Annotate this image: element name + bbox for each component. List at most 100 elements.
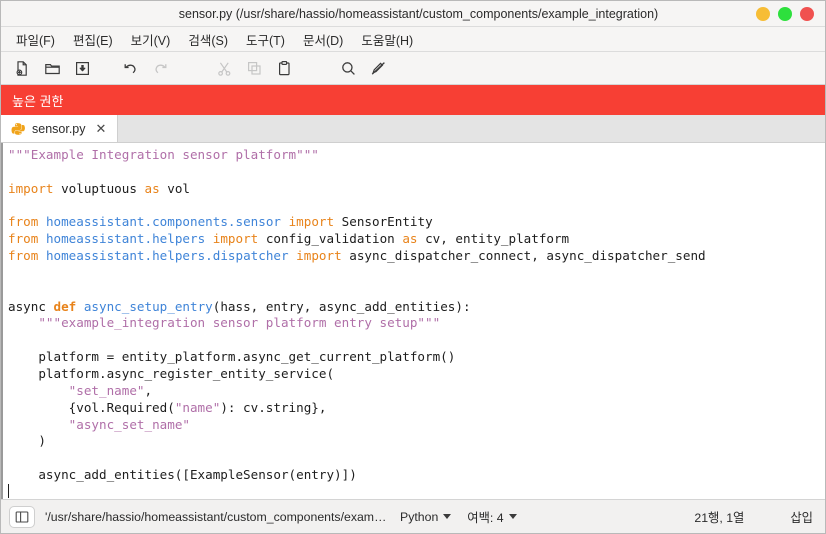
new-document-button[interactable] — [8, 55, 36, 81]
tab-bar: sensor.py ✕ — [1, 115, 825, 143]
menu-item-search[interactable]: 검색(S) — [179, 28, 237, 51]
editor-window: sensor.py (/usr/share/hassio/homeassista… — [0, 0, 826, 534]
code-token: "name" — [174, 399, 221, 415]
language-selector[interactable]: Python — [397, 508, 454, 526]
menu-item-tools[interactable]: 도구(T) — [237, 28, 294, 51]
window-controls — [756, 6, 825, 21]
code-token: """Example Integration sensor platform""… — [8, 147, 319, 162]
file-path: '/usr/share/hassio/homeassistant/custom_… — [45, 509, 387, 524]
code-token: import — [296, 248, 342, 264]
code-token: as — [402, 231, 418, 247]
code-token: SensorEntity — [334, 214, 433, 230]
chevron-down-icon — [443, 514, 452, 519]
code-token: "async_set_name" — [68, 416, 190, 432]
status-bar: '/usr/share/hassio/homeassistant/custom_… — [1, 499, 825, 533]
language-label: Python — [400, 509, 439, 524]
code-line: import voluptuous as vol — [8, 181, 825, 198]
menu-item-edit[interactable]: 편집(E) — [64, 28, 122, 51]
code-line: "async_set_name" — [8, 417, 825, 434]
sidebar-toggle-icon — [15, 510, 29, 523]
code-token: {vol.Required( — [8, 399, 175, 415]
elevated-privileges-banner: 높은 권한 — [1, 85, 825, 115]
code-line: async_add_entities([ExampleSensor(entry)… — [8, 467, 825, 484]
paste-button[interactable] — [270, 55, 298, 81]
code-line: """example_integration sensor platform e… — [8, 315, 825, 332]
cut-button[interactable] — [210, 55, 238, 81]
open-folder-button[interactable] — [38, 55, 66, 81]
code-token: """example_integration sensor platform e… — [8, 315, 441, 331]
cursor-position: 21행, 1열 — [694, 510, 745, 525]
code-token: async_setup_entry — [83, 298, 213, 314]
code-line: "set_name", — [8, 383, 825, 400]
banner-text: 높은 권한 — [12, 93, 64, 109]
code-token: homeassistant.helpers — [45, 231, 206, 247]
undo-button[interactable] — [116, 55, 144, 81]
code-token: platform = entity_platform.async_get_cur… — [8, 349, 456, 365]
tool-bar — [1, 52, 825, 85]
code-token: async_dispatcher_connect, async_dispatch… — [341, 248, 706, 264]
code-token: platform.async_register_entity_service( — [8, 365, 335, 381]
code-line: async def async_setup_entry(hass, entry,… — [8, 299, 825, 316]
code-token: cv, entity_platform — [417, 231, 570, 247]
code-line: platform.async_register_entity_service( — [8, 366, 825, 383]
indent-selector[interactable]: 여백: 4 — [464, 506, 519, 528]
code-token: (hass, entry, async_add_entities): — [212, 298, 471, 314]
code-editor[interactable]: """Example Integration sensor platform""… — [1, 143, 825, 499]
code-token: ) — [8, 433, 46, 449]
minimize-button[interactable] — [756, 6, 770, 21]
sidebar-toggle-button[interactable] — [9, 505, 35, 528]
code-token: , — [144, 382, 153, 398]
code-token: async_add_entities([ExampleSensor(entry)… — [8, 467, 357, 483]
code-token: from — [8, 248, 39, 264]
code-line: """Example Integration sensor platform""… — [8, 147, 825, 164]
code-token: async — [8, 298, 54, 314]
close-button[interactable] — [800, 6, 814, 21]
insert-mode: 삽입 — [790, 510, 813, 525]
code-token: import — [288, 214, 335, 230]
save-button[interactable] — [68, 55, 96, 81]
menu-item-view[interactable]: 보기(V) — [122, 28, 180, 51]
search-button[interactable] — [334, 55, 362, 81]
code-token: as — [144, 180, 160, 196]
code-line: platform = entity_platform.async_get_cur… — [8, 349, 825, 366]
menu-bar: 파일(F) 편집(E) 보기(V) 검색(S) 도구(T) 문서(D) 도움말(… — [1, 27, 825, 52]
tab-sensor-py[interactable]: sensor.py ✕ — [1, 115, 119, 142]
redo-button[interactable] — [146, 55, 174, 81]
python-logo-icon — [11, 122, 25, 135]
code-token: config_validation — [258, 231, 403, 247]
menu-item-documents[interactable]: 문서(D) — [294, 28, 352, 51]
code-line: from homeassistant.helpers.dispatcher im… — [8, 248, 825, 265]
title-bar: sensor.py (/usr/share/hassio/homeassista… — [1, 1, 825, 27]
code-token: def — [53, 298, 77, 314]
code-token: ): cv.string}, — [220, 399, 327, 415]
code-line — [8, 483, 825, 499]
chevron-down-icon — [508, 514, 517, 519]
menu-item-help[interactable]: 도움말(H) — [352, 28, 422, 51]
menu-item-file[interactable]: 파일(F) — [7, 28, 64, 51]
text-cursor — [8, 483, 9, 498]
code-token: homeassistant.helpers.dispatcher — [45, 248, 289, 264]
code-line: ) — [8, 433, 825, 450]
copy-button[interactable] — [240, 55, 268, 81]
code-token: vol — [159, 180, 191, 196]
code-token: import — [8, 180, 54, 196]
code-token: "set_name" — [68, 382, 145, 398]
tab-close-icon[interactable]: ✕ — [93, 121, 110, 136]
replace-button[interactable] — [364, 55, 392, 81]
maximize-button[interactable] — [778, 6, 792, 21]
code-token: import — [212, 231, 259, 247]
tab-label: sensor.py — [32, 121, 86, 136]
code-token: from — [8, 231, 39, 247]
